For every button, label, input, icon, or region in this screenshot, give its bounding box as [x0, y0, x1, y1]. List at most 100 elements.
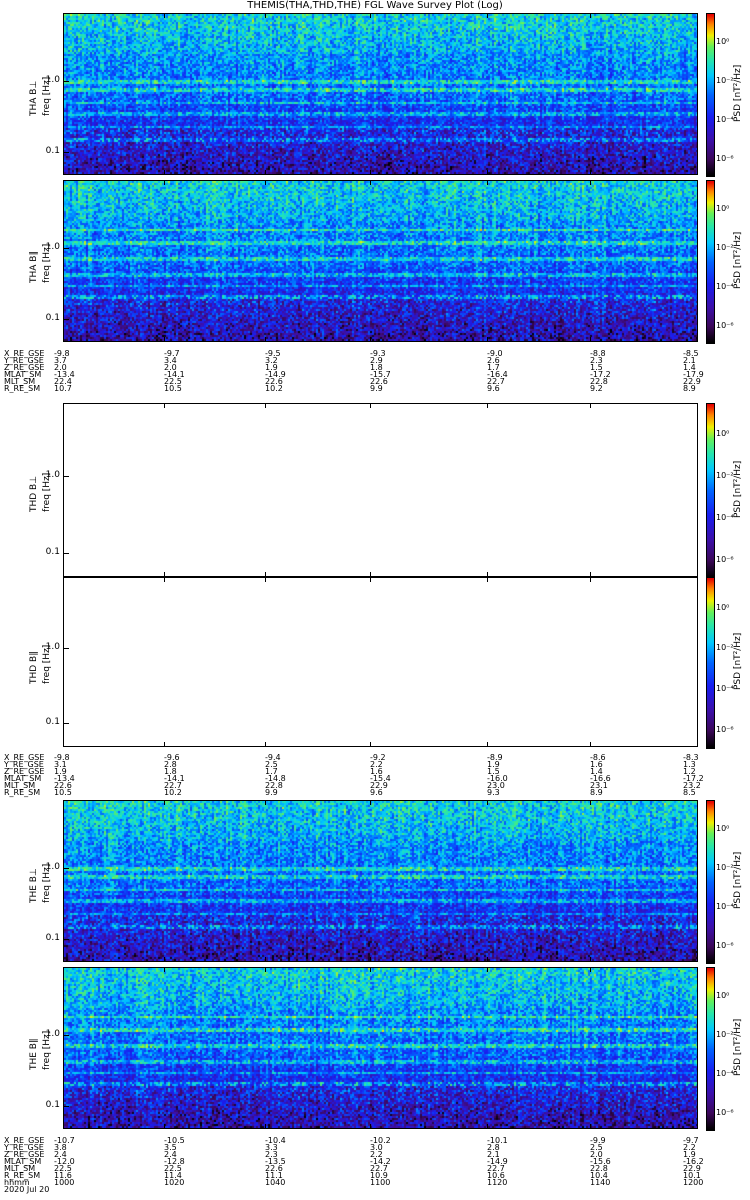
- y-tick-label: 1.0: [45, 862, 60, 873]
- colorbar-label: PSD [nT²/Hz]: [733, 851, 743, 909]
- x-tick-mark: [590, 967, 591, 972]
- colorbar-tick-label: 10⁰: [716, 429, 730, 439]
- x-tick-mark: [370, 403, 371, 408]
- spectrogram-panel: [63, 967, 698, 1129]
- colorbar-tick-label: 10⁻⁶: [716, 554, 734, 564]
- probe-label: THA B⊥: [29, 80, 39, 116]
- x-tick-mark: [590, 800, 591, 805]
- x-tick-mark: [265, 742, 266, 747]
- x-tick-mark: [590, 180, 591, 185]
- x-tick-mark: [164, 13, 165, 18]
- x-tick-mark: [164, 967, 165, 972]
- x-tick-mark: [164, 800, 165, 805]
- x-tick-mark: [487, 337, 488, 342]
- colorbar: [706, 800, 715, 964]
- x-tick-mark: [164, 170, 165, 175]
- y-tick-mark: [63, 81, 69, 83]
- colorbar-tick-label: 10⁻²: [716, 863, 734, 873]
- y-tick-mark: [63, 319, 69, 321]
- x-tick-mark: [265, 337, 266, 342]
- colorbar-tick-label: 10⁰: [716, 37, 730, 47]
- y-tick-label: 0.1: [45, 717, 60, 728]
- spectrogram-panel: [63, 577, 698, 747]
- spectrogram-panel: [63, 180, 698, 342]
- colorbar-tick-label: 10⁰: [716, 991, 730, 1001]
- x-tick-mark: [487, 1124, 488, 1129]
- ephemeris-value: 1120: [487, 1178, 508, 1187]
- x-tick-mark: [370, 957, 371, 962]
- x-tick-mark: [370, 337, 371, 342]
- colorbar-tick-label: 10⁻²: [716, 643, 734, 653]
- probe-label: THE B⊥: [29, 868, 39, 903]
- y-tick-label: 0.1: [45, 313, 60, 324]
- x-tick-mark: [265, 180, 266, 185]
- spectrogram-image: [64, 801, 697, 961]
- ephemeris-value: 9.6: [487, 384, 500, 393]
- x-tick-mark: [265, 1124, 266, 1129]
- y-tick-label: 0.1: [45, 546, 60, 557]
- colorbar-tick-label: 10⁻⁶: [716, 153, 734, 163]
- colorbar-tick-label: 10⁻⁶: [716, 1107, 734, 1117]
- x-tick-mark: [164, 577, 165, 582]
- colorbar-tick-label: 10⁰: [716, 602, 730, 612]
- colorbar: [706, 180, 715, 344]
- x-tick-mark: [487, 967, 488, 972]
- colorbar: [706, 577, 715, 749]
- x-tick-mark: [164, 957, 165, 962]
- spectrogram-panel: [63, 13, 698, 175]
- x-tick-mark: [590, 403, 591, 408]
- ephemeris-value: 9.9: [370, 384, 383, 393]
- colorbar-tick-label: 10⁻⁴: [716, 114, 734, 124]
- x-tick-mark: [487, 13, 488, 18]
- x-tick-mark: [164, 337, 165, 342]
- x-tick-mark: [164, 403, 165, 408]
- x-tick-mark: [487, 170, 488, 175]
- y-tick-label: 1.0: [45, 242, 60, 253]
- x-tick-mark: [487, 403, 488, 408]
- x-tick-mark: [590, 957, 591, 962]
- probe-label: THD B∥: [29, 651, 39, 684]
- colorbar-tick-label: 10⁻⁶: [716, 940, 734, 950]
- ephemeris-value: 1040: [265, 1178, 286, 1187]
- colorbar-tick-label: 10⁻⁶: [716, 725, 734, 734]
- ephemeris-value: 9.9: [265, 788, 278, 797]
- colorbar-tick-label: 10⁻⁴: [716, 512, 734, 522]
- colorbar-tick-label: 10⁰: [716, 204, 730, 214]
- ephemeris-value: 1140: [590, 1178, 611, 1187]
- spectrogram-panel: [63, 403, 698, 577]
- x-tick-mark: [590, 1124, 591, 1129]
- colorbar-tick-label: 10⁻⁶: [716, 320, 734, 330]
- ephemeris-value: 9.3: [487, 788, 500, 797]
- x-tick-mark: [164, 742, 165, 747]
- y-tick-mark: [63, 939, 69, 941]
- x-tick-mark: [265, 170, 266, 175]
- x-tick-mark: [590, 170, 591, 175]
- x-tick-mark: [370, 13, 371, 18]
- y-tick-mark: [63, 152, 69, 154]
- x-tick-mark: [370, 967, 371, 972]
- y-tick-label: 0.1: [45, 1100, 60, 1111]
- ephemeris-value: 8.9: [590, 788, 603, 797]
- x-tick-mark: [370, 1124, 371, 1129]
- x-tick-mark: [164, 1124, 165, 1129]
- y-tick-label: 0.1: [45, 146, 60, 157]
- ephemeris-row-label: R_RE_SM: [4, 788, 41, 797]
- y-tick-mark: [63, 868, 69, 870]
- x-tick-mark: [370, 180, 371, 185]
- ephemeris-value: 10.7: [54, 384, 72, 393]
- x-tick-mark: [370, 800, 371, 805]
- x-tick-mark: [487, 577, 488, 582]
- ephemeris-value: 1200: [683, 1178, 704, 1187]
- ephemeris-value: 10.2: [164, 788, 182, 797]
- colorbar-label: PSD [nT²/Hz]: [733, 231, 743, 289]
- y-tick-mark: [63, 476, 69, 478]
- probe-label: THA B∥: [29, 251, 39, 283]
- x-tick-mark: [590, 742, 591, 747]
- x-tick-mark: [487, 800, 488, 805]
- x-tick-mark: [370, 742, 371, 747]
- ephemeris-value: 8.5: [683, 788, 696, 797]
- x-tick-mark: [487, 742, 488, 747]
- y-tick-mark: [63, 723, 69, 725]
- x-tick-mark: [265, 13, 266, 18]
- colorbar-tick-label: 10⁰: [716, 824, 730, 834]
